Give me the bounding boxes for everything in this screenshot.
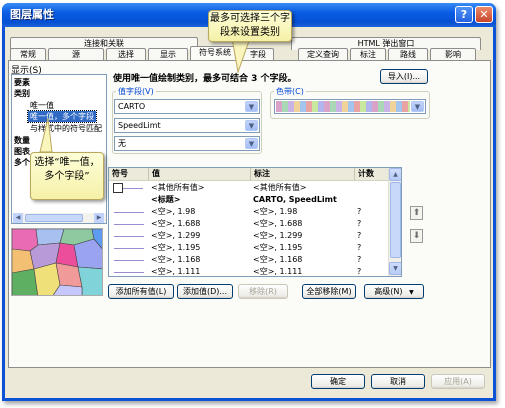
color-ramp-select[interactable]: ▼: [274, 99, 426, 114]
table-row[interactable]: <空>, 1.688 <空>, 1.688 ?: [109, 218, 389, 230]
table-row[interactable]: <空>, 1.299 <空>, 1.299 ?: [109, 230, 389, 242]
advanced-label: 高级(N): [374, 287, 403, 296]
ok-button[interactable]: 确定: [311, 374, 365, 389]
row-label: <空>, 1.688: [253, 219, 303, 228]
table-row[interactable]: <空>, 1.168 <空>, 1.168 ?: [109, 254, 389, 266]
scroll-left-icon[interactable]: ◀: [13, 213, 23, 223]
row-value: <空>, 1.688: [151, 219, 201, 228]
line-symbol-icon[interactable]: [114, 224, 144, 225]
table-vertical-scrollbar[interactable]: ▲ ▼: [388, 168, 401, 276]
chevron-down-icon[interactable]: ▼: [245, 120, 258, 131]
scroll-down-icon[interactable]: ▼: [389, 262, 401, 275]
column-header-symbol[interactable]: 符号: [109, 168, 149, 181]
callout-pointer-icon: [231, 38, 251, 74]
row-count: ?: [357, 267, 362, 276]
symbology-preview-image: [11, 228, 103, 296]
scroll-thumb[interactable]: [390, 182, 401, 258]
row-label: <空>, 1.299: [253, 231, 303, 240]
line-symbol-icon[interactable]: [114, 260, 144, 261]
row-value: <空>, 1.168: [151, 255, 201, 264]
value-field-2-value: SpeedLimt: [118, 121, 161, 130]
column-header-count[interactable]: 计数: [355, 168, 389, 181]
add-all-values-button[interactable]: 添加所有值(L): [108, 284, 174, 299]
import-button[interactable]: 导入(I)...: [380, 69, 428, 84]
tip-callout-fields-text: 最多可选择三个字段来设置类别: [210, 13, 290, 38]
tree-item-charts[interactable]: 图表: [14, 146, 30, 157]
value-field-1-value: CARTO: [118, 102, 146, 111]
value-field-3-value: 无: [118, 139, 126, 148]
chevron-down-icon[interactable]: ▼: [245, 101, 258, 112]
window-title: 图层属性: [10, 8, 54, 21]
column-header-label[interactable]: 标注: [251, 168, 355, 181]
chevron-down-icon: ▼: [409, 289, 414, 296]
row-value: <空>, 1.111: [151, 267, 201, 276]
line-symbol-icon[interactable]: [114, 248, 144, 249]
value-field-3-select[interactable]: 无 ▼: [114, 136, 260, 151]
line-symbol-icon[interactable]: [114, 236, 144, 237]
tree-item-categories[interactable]: 类别: [14, 88, 30, 99]
add-values-button[interactable]: 添加值(D)...: [177, 284, 233, 299]
row-label: <空>, 1.98: [253, 207, 298, 216]
map-preview-icon: [12, 229, 102, 295]
row-value: <其他所有值>: [151, 183, 205, 192]
table-row[interactable]: <空>, 1.111 <空>, 1.111 ?: [109, 266, 389, 276]
help-icon[interactable]: ?: [455, 6, 473, 23]
row-count: ?: [357, 243, 362, 252]
cancel-button[interactable]: 取消: [371, 374, 425, 389]
value-field-2-select[interactable]: SpeedLimt ▼: [114, 118, 260, 133]
row-label: <空>, 1.195: [253, 243, 303, 252]
row-count: ?: [357, 231, 362, 240]
row-value: <空>, 1.299: [151, 231, 201, 240]
symbol-value-table[interactable]: 符号 值 标注 计数 <其他所有值> <其他所有值> <标题> CARTO, S…: [108, 167, 402, 277]
line-symbol-icon[interactable]: [114, 212, 144, 213]
tree-item-features[interactable]: 要素: [14, 77, 30, 88]
chevron-down-icon[interactable]: ▼: [245, 138, 258, 149]
table-row[interactable]: <其他所有值> <其他所有值>: [109, 182, 389, 194]
move-down-icon[interactable]: ⬇: [410, 229, 423, 243]
row-value: <空>, 1.195: [151, 243, 201, 252]
row-value: <空>, 1.98: [151, 207, 196, 216]
table-row[interactable]: <标题> CARTO, SpeedLimt: [109, 194, 389, 206]
scroll-right-icon[interactable]: ▶: [94, 213, 104, 223]
table-row[interactable]: <空>, 1.195 <空>, 1.195 ?: [109, 242, 389, 254]
value-fields-label: 值字段(V): [116, 86, 156, 97]
column-header-value[interactable]: 值: [149, 168, 251, 181]
tip-callout-unique-values-text: 选择“唯一值，多个字段”: [34, 157, 100, 182]
line-symbol-icon[interactable]: [114, 272, 144, 273]
move-up-icon[interactable]: ⬆: [410, 206, 423, 220]
apply-button[interactable]: 应用(A): [431, 374, 485, 389]
scroll-thumb[interactable]: [25, 214, 83, 222]
chevron-down-icon[interactable]: ▼: [411, 101, 424, 112]
tree-item-quantities[interactable]: 数量: [14, 135, 30, 146]
advanced-button[interactable]: 高级(N) ▼: [364, 284, 424, 299]
tree-horizontal-scrollbar[interactable]: ◀ ▶: [12, 213, 106, 223]
tree-item-unique-values[interactable]: 唯一值: [30, 100, 54, 111]
close-icon[interactable]: ✕: [475, 6, 493, 23]
row-count: ?: [357, 207, 362, 216]
table-row[interactable]: <空>, 1.98 <空>, 1.98 ?: [109, 206, 389, 218]
row-label: <其他所有值>: [253, 183, 307, 192]
row-label: CARTO, SpeedLimt: [253, 195, 337, 204]
color-scheme-label: 色带(C): [274, 86, 306, 97]
row-label: <空>, 1.111: [253, 267, 303, 276]
row-checkbox[interactable]: [113, 183, 123, 193]
tip-callout-fields: 最多可选择三个字段来设置类别: [208, 10, 292, 42]
tip-callout-unique-values: 选择“唯一值，多个字段”: [30, 152, 104, 200]
scroll-up-icon[interactable]: ▲: [389, 168, 401, 181]
line-symbol-icon[interactable]: [123, 188, 143, 189]
row-value: <标题>: [151, 195, 181, 204]
color-ramp-swatch: [276, 101, 410, 112]
row-label: <空>, 1.168: [253, 255, 303, 264]
value-field-1-select[interactable]: CARTO ▼: [114, 99, 260, 114]
row-count: ?: [357, 219, 362, 228]
row-count: ?: [357, 255, 362, 264]
remove-all-button[interactable]: 全部移除(M): [302, 284, 356, 299]
remove-button[interactable]: 移除(R): [238, 284, 288, 299]
